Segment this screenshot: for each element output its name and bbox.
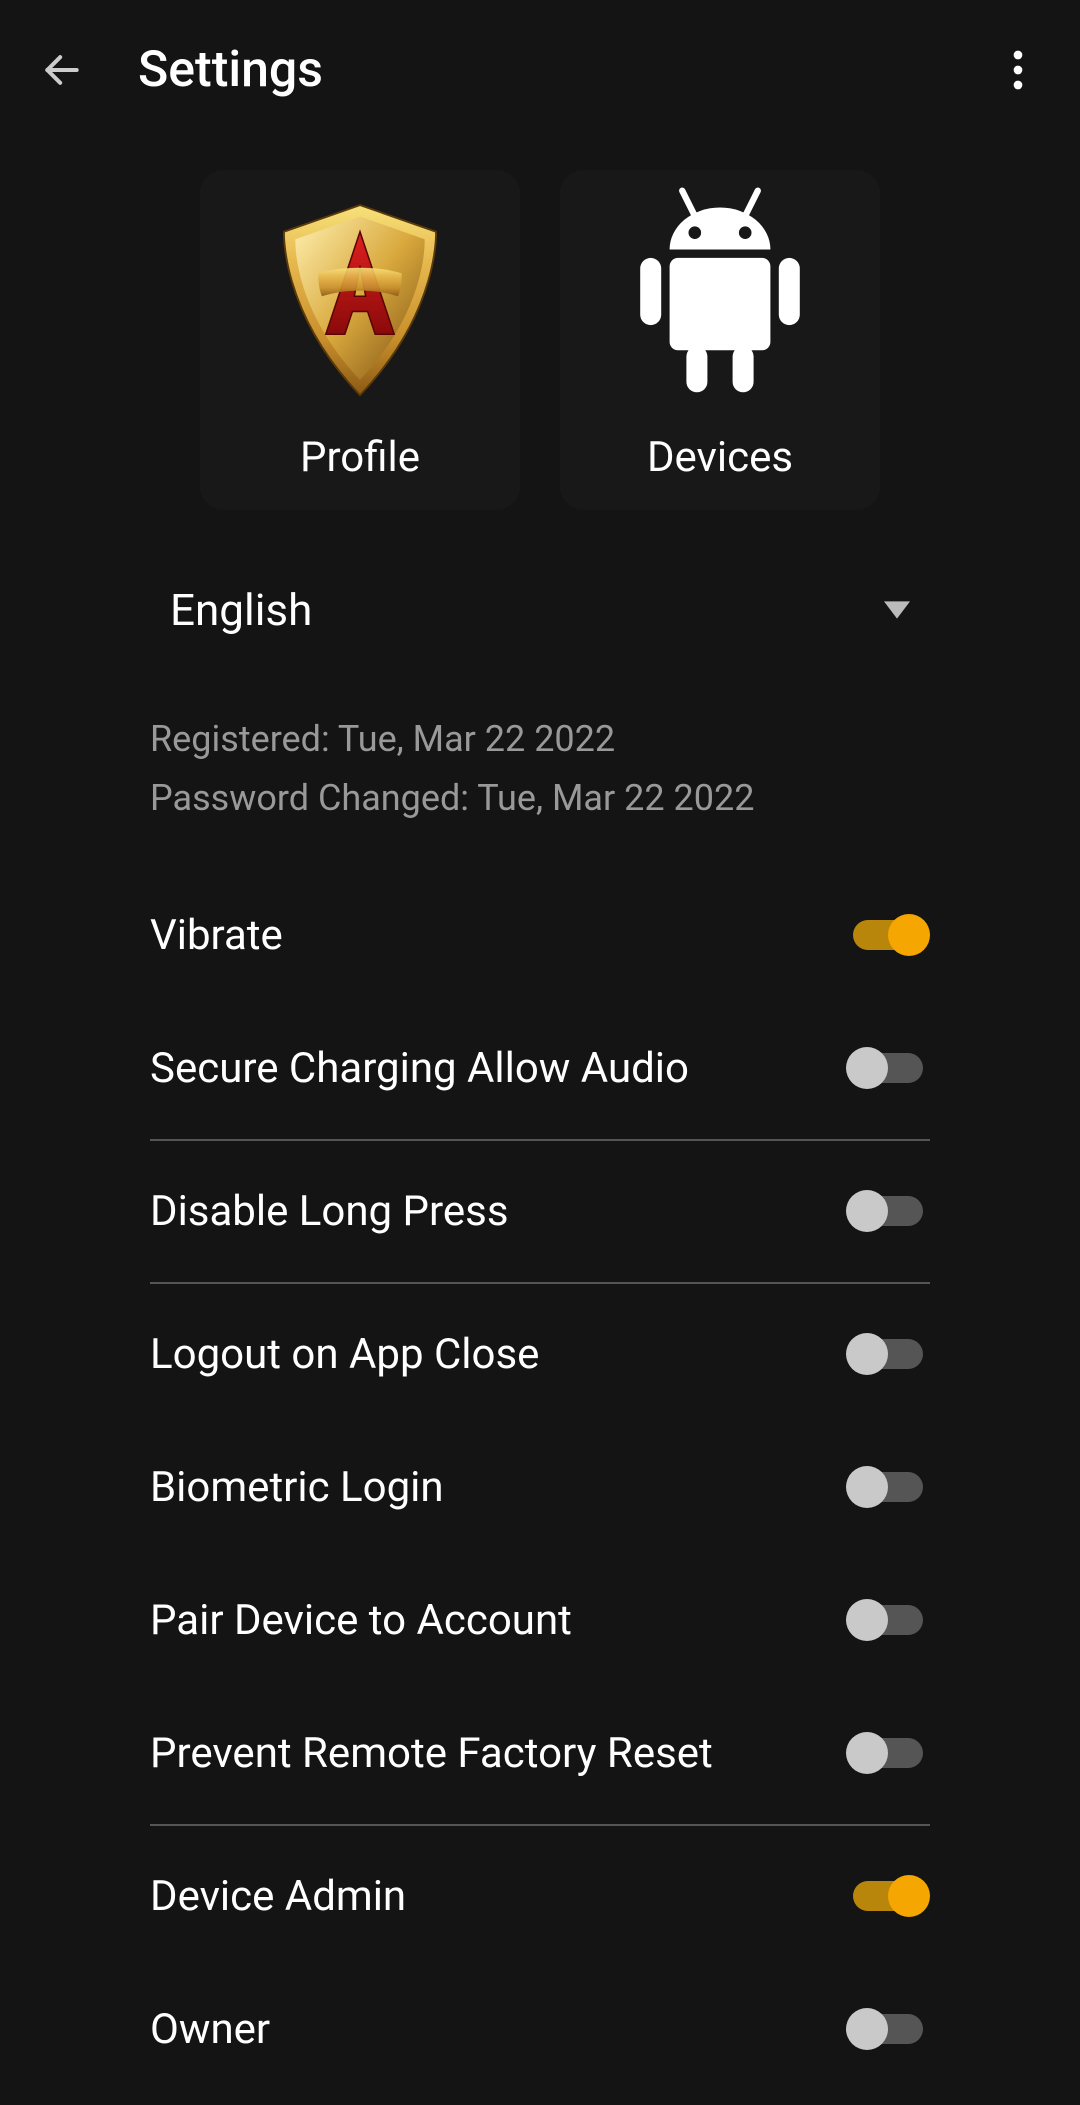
card-row: Profile Devices <box>0 140 1080 560</box>
toggle-secure-audio[interactable] <box>846 1047 930 1089</box>
setting-biometric-label: Biometric Login <box>150 1463 444 1512</box>
toggle-prevent-reset[interactable] <box>846 1732 930 1774</box>
password-changed-line: Password Changed: Tue, Mar 22 2022 <box>150 769 930 828</box>
profile-card[interactable]: Profile <box>200 170 520 510</box>
language-selected: English <box>170 584 312 636</box>
setting-secure-audio-label: Secure Charging Allow Audio <box>150 1044 689 1093</box>
more-vertical-icon <box>1013 50 1023 90</box>
chevron-down-icon <box>884 601 910 619</box>
divider <box>150 1282 930 1284</box>
setting-biometric: Biometric Login <box>150 1421 930 1554</box>
setting-pair-device: Pair Device to Account <box>150 1554 930 1687</box>
app-header: Settings <box>0 0 1080 140</box>
divider <box>150 1824 930 1826</box>
setting-vibrate-label: Vibrate <box>150 911 283 960</box>
setting-disable-long-press-label: Disable Long Press <box>150 1187 509 1236</box>
profile-shield-icon <box>265 170 455 433</box>
toggle-biometric[interactable] <box>846 1466 930 1508</box>
toggle-device-admin[interactable] <box>846 1875 930 1917</box>
password-changed-value: Tue, Mar 22 2022 <box>477 777 754 819</box>
setting-logout-close: Logout on App Close <box>150 1288 930 1421</box>
toggle-disable-long-press[interactable] <box>846 1190 930 1232</box>
setting-vibrate: Vibrate <box>150 869 930 1002</box>
setting-logout-close-label: Logout on App Close <box>150 1330 539 1379</box>
toggle-vibrate[interactable] <box>846 914 930 956</box>
setting-device-admin: Device Admin <box>150 1830 930 1963</box>
registered-label: Registered: <box>150 718 338 760</box>
arrow-left-icon <box>40 48 84 92</box>
password-changed-label: Password Changed: <box>150 777 477 819</box>
page-title: Settings <box>138 41 323 99</box>
setting-prevent-reset-label: Prevent Remote Factory Reset <box>150 1729 713 1778</box>
toggle-owner[interactable] <box>846 2008 930 2050</box>
toggle-logout-close[interactable] <box>846 1333 930 1375</box>
devices-card-label: Devices <box>647 433 793 482</box>
setting-pair-device-label: Pair Device to Account <box>150 1596 572 1645</box>
devices-card[interactable]: Devices <box>560 170 880 510</box>
android-icon <box>615 170 825 433</box>
settings-content: English Registered: Tue, Mar 22 2022 Pas… <box>0 560 1080 2054</box>
setting-disable-long-press: Disable Long Press <box>150 1145 930 1278</box>
toggle-pair-device[interactable] <box>846 1599 930 1641</box>
setting-secure-audio: Secure Charging Allow Audio <box>150 1002 930 1135</box>
profile-card-label: Profile <box>300 433 420 482</box>
registered-line: Registered: Tue, Mar 22 2022 <box>150 710 930 769</box>
setting-owner-label: Owner <box>150 2005 270 2054</box>
divider <box>150 1139 930 1141</box>
account-info: Registered: Tue, Mar 22 2022 Password Ch… <box>150 660 930 869</box>
setting-prevent-reset: Prevent Remote Factory Reset <box>150 1687 930 1820</box>
more-menu-button[interactable] <box>996 48 1040 92</box>
language-selector[interactable]: English <box>150 560 930 660</box>
registered-value: Tue, Mar 22 2022 <box>338 718 615 760</box>
setting-device-admin-label: Device Admin <box>150 1872 406 1921</box>
setting-owner: Owner <box>150 1963 930 2054</box>
back-button[interactable] <box>40 48 84 92</box>
